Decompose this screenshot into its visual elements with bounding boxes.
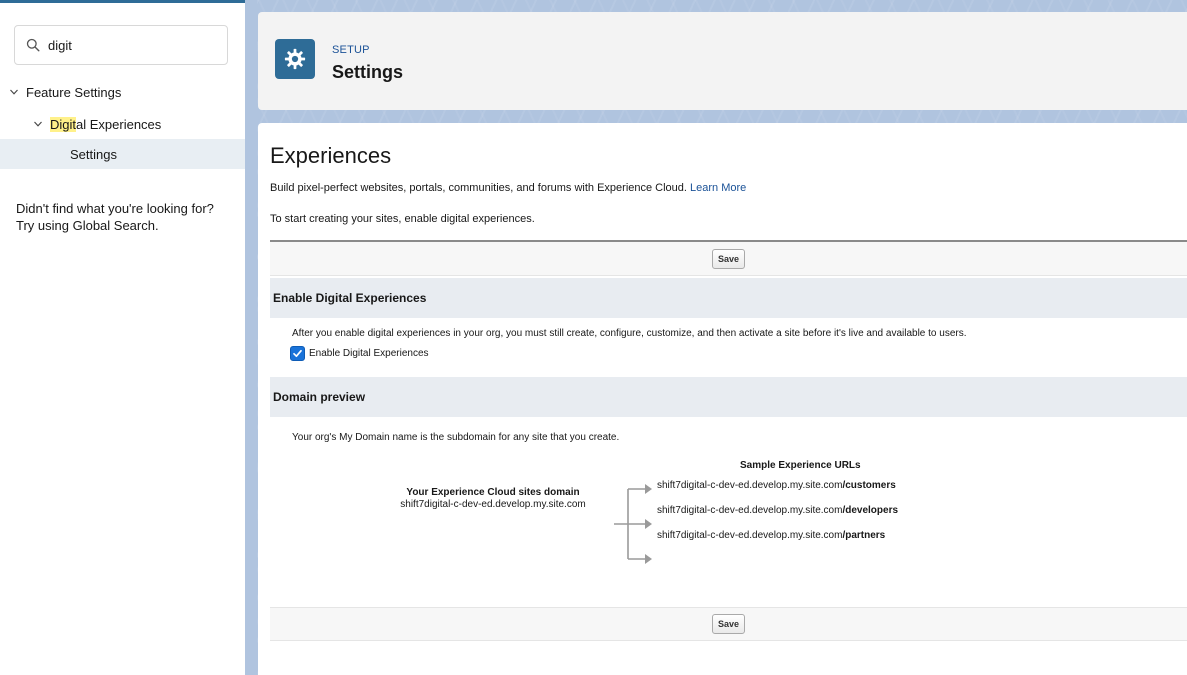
- search-help-text: Didn't find what you're looking for? Try…: [16, 200, 241, 234]
- button-bar-top: Save: [270, 242, 1187, 276]
- tree-item-digital-experiences[interactable]: Digit al Experiences: [33, 112, 161, 136]
- sample-urls-title: Sample Experience URLs: [740, 460, 861, 471]
- sidebar-top-border: [0, 0, 245, 3]
- url-suffix: /partners: [842, 530, 886, 541]
- save-button[interactable]: Save: [711, 248, 746, 269]
- sample-url-partners: shift7digital-c-dev-ed.develop.my.site.c…: [657, 530, 885, 541]
- domain-description: Your org's My Domain name is the subdoma…: [292, 432, 620, 443]
- sample-url-customers: shift7digital-c-dev-ed.develop.my.site.c…: [657, 480, 896, 491]
- section-title: Experiences: [270, 143, 392, 168]
- checkbox-label: Enable Digital Experiences: [309, 348, 429, 359]
- settings-form: Save Enable Digital Experiences After yo…: [270, 240, 1187, 641]
- quick-find-search[interactable]: [14, 25, 228, 65]
- section-header-enable: Enable Digital Experiences: [270, 278, 1187, 318]
- page-eyebrow: SETUP: [332, 44, 370, 56]
- enable-checkbox-row[interactable]: Enable Digital Experiences: [290, 346, 429, 361]
- gear-icon: [275, 39, 315, 79]
- learn-more-link[interactable]: Learn More: [690, 182, 746, 194]
- tree-item-label: Settings: [70, 146, 117, 162]
- start-text: To start creating your sites, enable dig…: [270, 213, 535, 225]
- setup-sidebar: Feature Settings Digital Experiences Set…: [0, 0, 245, 675]
- sidebar-divider[interactable]: [245, 0, 257, 675]
- button-bar-bottom: Save: [270, 607, 1187, 641]
- tree-item-label: Feature Settings: [26, 84, 122, 100]
- chevron-down-icon[interactable]: [33, 119, 43, 129]
- url-base: shift7digital-c-dev-ed.develop.my.site.c…: [657, 480, 843, 491]
- search-input[interactable]: [48, 37, 218, 53]
- tree-item-settings[interactable]: Settings: [0, 139, 245, 169]
- description-text: Build pixel-perfect websites, portals, c…: [270, 182, 687, 194]
- url-suffix: /customers: [842, 480, 896, 491]
- help-line: Try using Global Search.: [16, 218, 159, 233]
- tree-item-label: al Experiences: [76, 116, 162, 132]
- chevron-down-icon[interactable]: [9, 87, 19, 97]
- enable-description: After you enable digital experiences in …: [292, 328, 967, 339]
- page-description: Build pixel-perfect websites, portals, c…: [270, 182, 746, 194]
- section-heading: Enable Digital Experiences: [273, 291, 427, 305]
- sites-domain-value: shift7digital-c-dev-ed.develop.my.site.c…: [400, 499, 586, 510]
- content-card: Experiences Build pixel-perfect websites…: [258, 123, 1187, 675]
- enable-digital-experiences-checkbox[interactable]: [290, 346, 305, 361]
- page-header: SETUP Settings: [258, 12, 1187, 110]
- sample-url-developers: shift7digital-c-dev-ed.develop.my.site.c…: [657, 505, 898, 516]
- domain-arrows-diagram: [614, 484, 652, 564]
- sites-domain-label: Your Experience Cloud sites domain: [406, 487, 580, 498]
- section-header-domain: Domain preview: [270, 377, 1187, 417]
- url-base: shift7digital-c-dev-ed.develop.my.site.c…: [657, 505, 843, 516]
- help-line: Didn't find what you're looking for?: [16, 201, 214, 216]
- page-title: Settings: [332, 62, 404, 82]
- save-button[interactable]: Save: [711, 614, 746, 634]
- search-icon: [26, 38, 40, 52]
- url-base: shift7digital-c-dev-ed.develop.my.site.c…: [657, 530, 843, 541]
- url-suffix: /developers: [842, 505, 899, 516]
- search-match-highlight: Digit: [50, 116, 77, 132]
- tree-item-feature-settings[interactable]: Feature Settings: [9, 80, 121, 104]
- section-heading: Domain preview: [273, 390, 366, 404]
